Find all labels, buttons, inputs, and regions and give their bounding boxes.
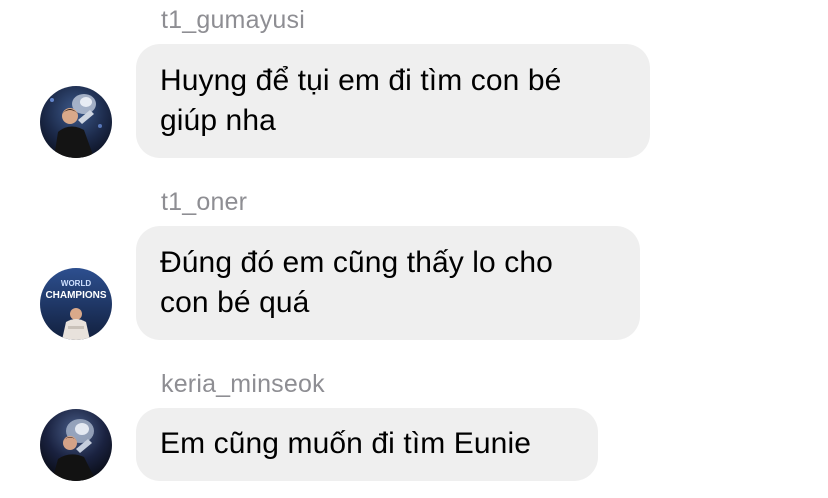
message-bubble[interactable]: Em cũng muốn đi tìm Eunie [136,408,598,481]
message-line: giúp nha [160,104,276,137]
avatar-caption: WORLD [61,279,91,288]
message-line: con bé quá [160,286,310,319]
message-bubble[interactable]: Huyng để tụi em đi tìm con bé giúp nha [136,44,650,158]
message-bubble[interactable]: Đúng đó em cũng thấy lo cho con bé quá [136,226,640,340]
sender-name[interactable]: t1_oner [161,187,247,217]
message-line: Huyng để tụi em đi tìm con bé [160,64,562,97]
avatar[interactable] [40,86,112,158]
sender-name[interactable]: keria_minseok [161,369,325,399]
avatar-caption: CHAMPIONS [45,290,106,301]
gumayusi-profile-photo-icon [40,86,112,158]
keria-profile-photo-icon [40,409,112,481]
avatar[interactable]: WORLD CHAMPIONS [40,268,112,340]
avatar[interactable] [40,409,112,481]
sender-name[interactable]: t1_gumayusi [161,5,305,35]
oner-profile-photo-icon: WORLD CHAMPIONS [40,268,112,340]
message-line: Đúng đó em cũng thấy lo cho [160,246,553,279]
message-line: Em cũng muốn đi tìm Eunie [160,427,532,460]
